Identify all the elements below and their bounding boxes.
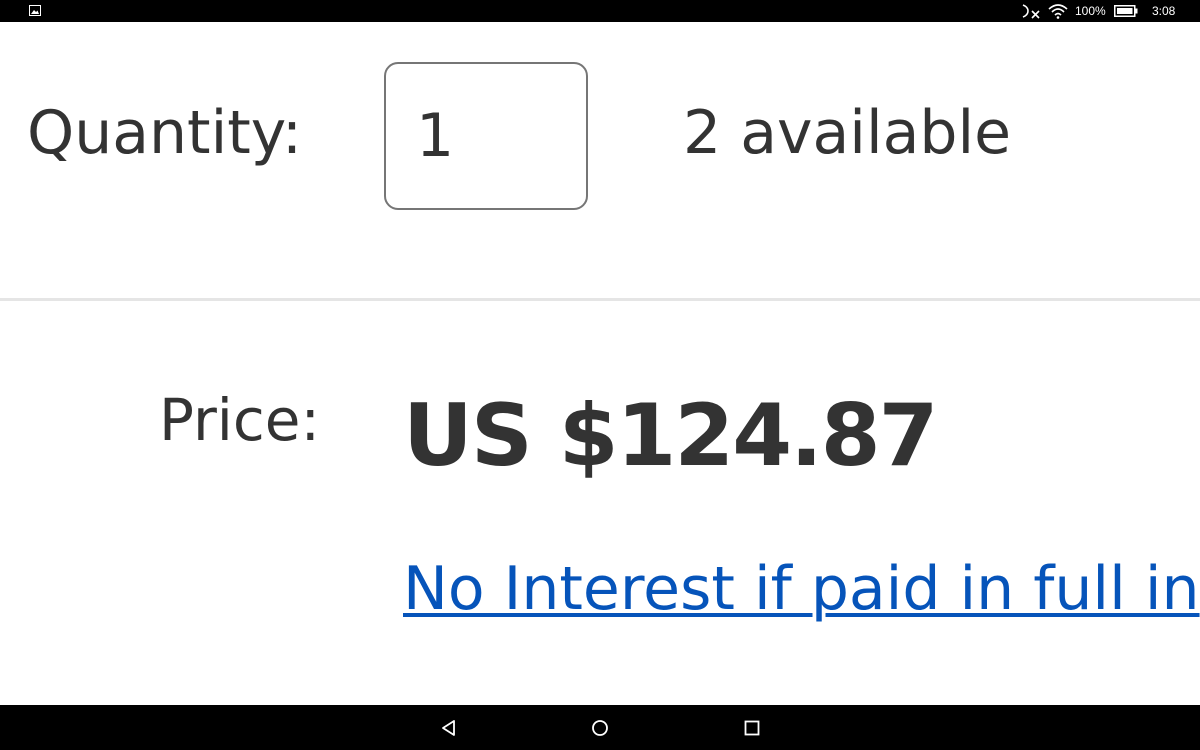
- battery-icon: [1114, 5, 1138, 17]
- available-quantity: 2 available: [683, 98, 1012, 168]
- navigation-bar: [0, 705, 1200, 750]
- image-notification-icon: [29, 5, 41, 16]
- divider: [0, 298, 1200, 301]
- quantity-input[interactable]: [384, 62, 588, 210]
- clock: 3:08: [1152, 4, 1176, 18]
- status-bar: 100% 3:08: [0, 0, 1200, 22]
- back-icon[interactable]: [440, 719, 458, 737]
- screen: 100% 3:08 Quantity: 2 available Price: U…: [0, 0, 1200, 750]
- recents-icon[interactable]: [744, 720, 760, 736]
- price-value: US $124.87: [403, 386, 938, 486]
- home-icon[interactable]: [591, 719, 609, 737]
- bluetooth-off-icon: [1022, 4, 1040, 19]
- status-right: 100% 3:08: [1000, 0, 1200, 22]
- price-label: Price:: [159, 386, 321, 454]
- quantity-label: Quantity:: [27, 98, 303, 168]
- wifi-icon: [1048, 4, 1068, 19]
- financing-link[interactable]: No Interest if paid in full in: [403, 551, 1200, 627]
- battery-percentage: 100%: [1075, 4, 1106, 18]
